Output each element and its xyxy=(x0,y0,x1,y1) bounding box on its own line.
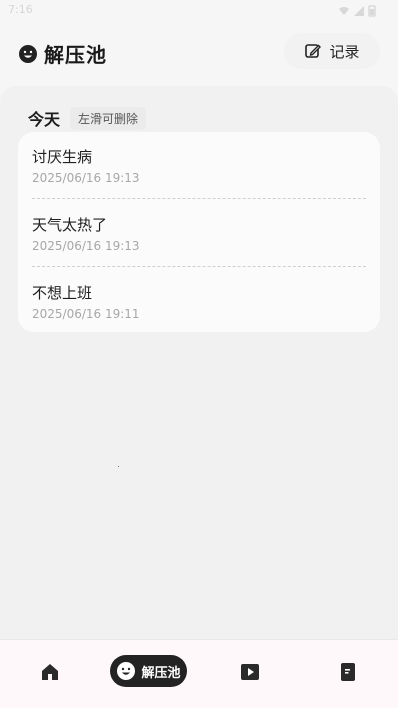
entry-time: 2025/06/16 19:13 xyxy=(32,239,140,253)
smile-icon xyxy=(117,662,136,680)
background-dot xyxy=(118,466,119,467)
home-icon xyxy=(42,664,58,680)
nav-active-label: 解压池 xyxy=(141,665,181,681)
section-title: 今天 xyxy=(28,110,61,129)
wifi-icon xyxy=(339,7,349,15)
page-title-group: 解压池 xyxy=(18,39,107,68)
edit-icon xyxy=(305,44,322,58)
nav-book[interactable] xyxy=(336,660,360,684)
status-icons xyxy=(338,5,376,17)
play-icon xyxy=(241,664,259,680)
book-icon xyxy=(341,663,355,681)
entries-card: 讨厌生病 2025/06/16 19:13 天气太热了 2025/06/16 1… xyxy=(18,132,380,332)
entry-title: 讨厌生病 xyxy=(32,148,93,166)
smile-icon xyxy=(19,44,37,63)
record-button-label: 记录 xyxy=(329,42,360,61)
main-panel: 今天 左滑可删除 讨厌生病 2025/06/16 19:13 天气太热了 202… xyxy=(0,86,398,646)
nav-vent-active[interactable]: 解压池 xyxy=(110,655,187,687)
section-hint: 左滑可删除 xyxy=(70,106,147,130)
entry-title: 不想上班 xyxy=(32,284,93,302)
status-time: 7:16 xyxy=(8,3,33,16)
entry-time: 2025/06/16 19:13 xyxy=(32,171,140,185)
entry-divider xyxy=(32,266,366,267)
signal-icon xyxy=(354,6,364,16)
record-button[interactable]: 记录 xyxy=(284,33,380,69)
bottom-nav: 解压池 xyxy=(0,639,398,708)
nav-play[interactable] xyxy=(238,660,262,684)
entry-divider xyxy=(32,198,366,199)
nav-home[interactable] xyxy=(38,660,62,684)
app-header: 解压池 记录 xyxy=(18,33,380,69)
entry-title: 天气太热了 xyxy=(32,216,108,234)
section-header: 今天 左滑可删除 xyxy=(28,106,147,130)
status-bar: 7:16 xyxy=(0,0,398,22)
entry-item[interactable]: 不想上班 2025/06/16 19:11 xyxy=(32,282,366,332)
page-title: 解压池 xyxy=(44,43,107,67)
battery-icon xyxy=(368,5,376,17)
entry-item[interactable]: 天气太热了 2025/06/16 19:13 xyxy=(32,214,366,264)
entry-time: 2025/06/16 19:11 xyxy=(32,307,140,321)
entry-item[interactable]: 讨厌生病 2025/06/16 19:13 xyxy=(32,146,366,196)
